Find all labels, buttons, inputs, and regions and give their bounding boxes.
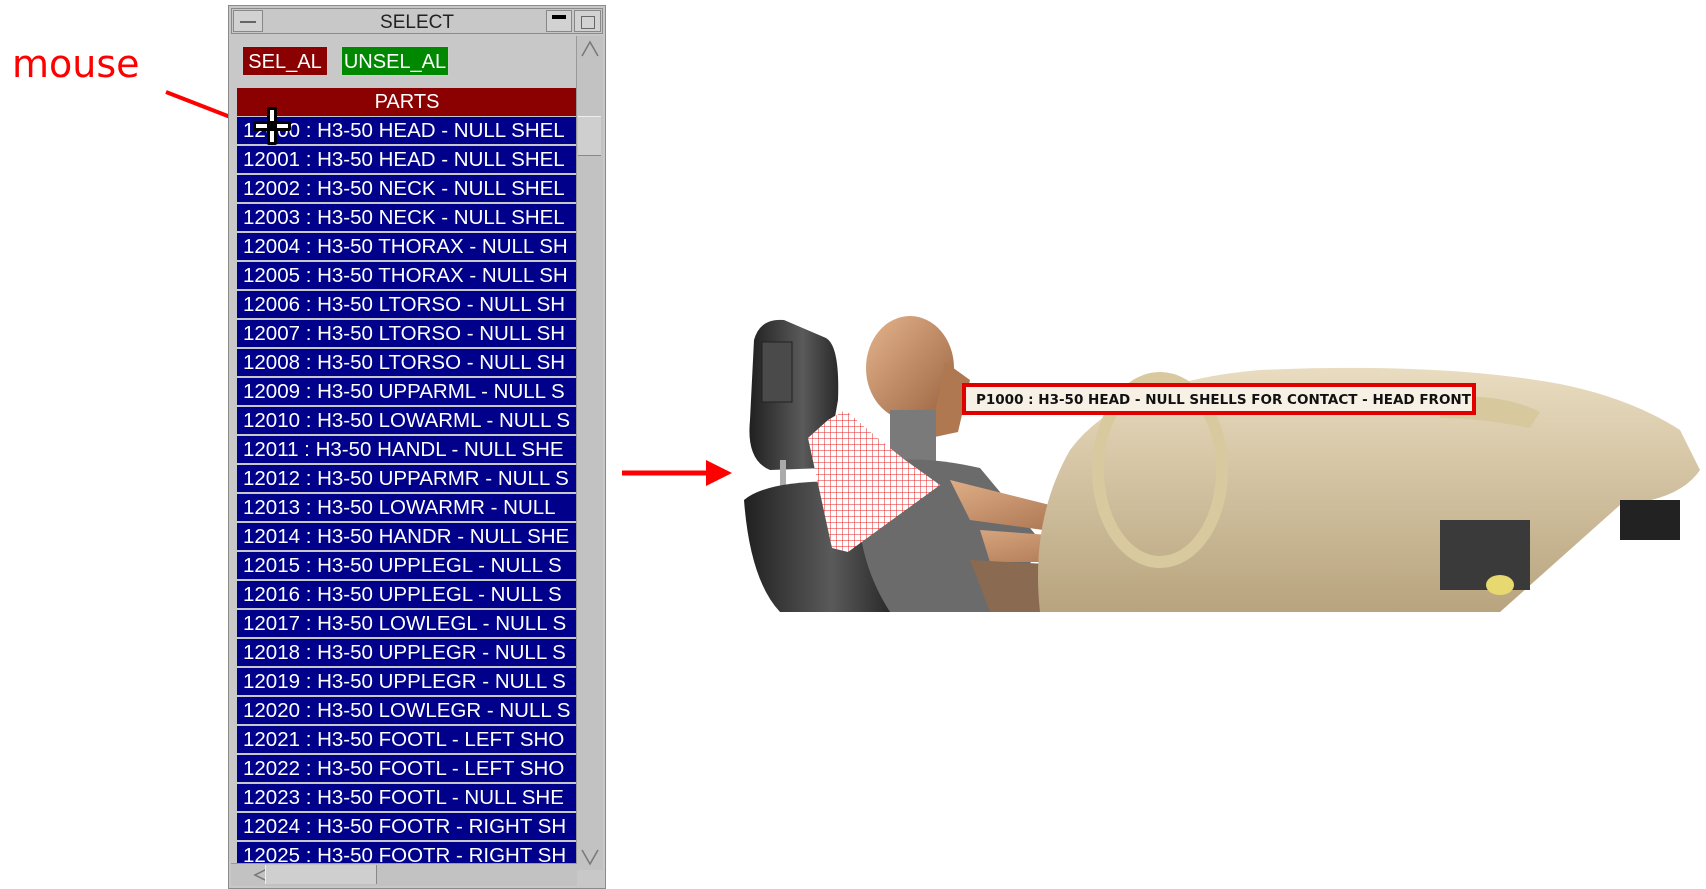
scroll-up-icon[interactable] xyxy=(577,38,603,60)
panel-maximize-button[interactable] xyxy=(574,10,601,32)
list-item[interactable]: 12008 : H3-50 LTORSO - NULL SH xyxy=(237,349,577,376)
panel-minimize-button[interactable] xyxy=(546,10,572,32)
list-item[interactable]: 12019 : H3-50 UPPLEGR - NULL S xyxy=(237,668,577,695)
unselect-all-button[interactable]: UNSEL_AL xyxy=(341,46,449,76)
list-item[interactable]: 12014 : H3-50 HANDR - NULL SHE xyxy=(237,523,577,550)
list-item[interactable]: 12020 : H3-50 LOWLEGR - NULL S xyxy=(237,697,577,724)
list-item[interactable]: 12015 : H3-50 UPPLEGL - NULL S xyxy=(237,552,577,579)
list-item[interactable]: 12007 : H3-50 LTORSO - NULL SH xyxy=(237,320,577,347)
list-item[interactable]: 12021 : H3-50 FOOTL - LEFT SHO xyxy=(237,726,577,753)
list-item[interactable]: 12022 : H3-50 FOOTL - LEFT SHO xyxy=(237,755,577,782)
vertical-scroll-thumb[interactable] xyxy=(578,116,601,156)
list-item[interactable]: 12006 : H3-50 LTORSO - NULL SH xyxy=(237,291,577,318)
list-item[interactable]: 12001 : H3-50 HEAD - NULL SHEL xyxy=(237,146,577,173)
panel-titlebar: SELECT xyxy=(231,8,603,34)
model-viewport[interactable] xyxy=(740,300,1706,612)
list-item[interactable]: 12010 : H3-50 LOWARML - NULL S xyxy=(237,407,577,434)
select-all-button[interactable]: SEL_AL xyxy=(242,46,328,76)
scroll-down-icon[interactable] xyxy=(577,846,603,868)
horizontal-scroll-thumb[interactable] xyxy=(265,865,377,884)
list-item[interactable]: 12012 : H3-50 UPPARMR - NULL S xyxy=(237,465,577,492)
vertical-scrollbar[interactable] xyxy=(576,36,603,870)
horizontal-scrollbar[interactable] xyxy=(231,863,577,886)
viewport-pointer-arrow xyxy=(622,460,732,486)
list-item[interactable]: 12005 : H3-50 THORAX - NULL SH xyxy=(237,262,577,289)
list-item[interactable]: 12017 : H3-50 LOWLEGL - NULL S xyxy=(237,610,577,637)
list-item[interactable]: 12011 : H3-50 HANDL - NULL SHE xyxy=(237,436,577,463)
list-item[interactable]: 12016 : H3-50 UPPLEGL - NULL S xyxy=(237,581,577,608)
list-item[interactable]: 12004 : H3-50 THORAX - NULL SH xyxy=(237,233,577,260)
list-item[interactable]: 12023 : H3-50 FOOTL - NULL SHE xyxy=(237,784,577,811)
list-item[interactable]: 12009 : H3-50 UPPARML - NULL S xyxy=(237,378,577,405)
list-item[interactable]: 12013 : H3-50 LOWARMR - NULL xyxy=(237,494,577,521)
hover-part-label: P1000 : H3-50 HEAD - NULL SHELLS FOR CON… xyxy=(962,383,1476,415)
list-item[interactable]: 12018 : H3-50 UPPLEGR - NULL S xyxy=(237,639,577,666)
list-item[interactable]: 12003 : H3-50 NECK - NULL SHEL xyxy=(237,204,577,231)
list-item[interactable]: 12024 : H3-50 FOOTR - RIGHT SH xyxy=(237,813,577,840)
crosshair-cursor-icon xyxy=(253,107,291,145)
parts-list: 12000 : H3-50 HEAD - NULL SHEL 12001 : H… xyxy=(237,117,577,882)
hover-part-label-text: P1000 : H3-50 HEAD - NULL SHELLS FOR CON… xyxy=(976,392,1471,408)
list-item[interactable]: 12002 : H3-50 NECK - NULL SHEL xyxy=(237,175,577,202)
